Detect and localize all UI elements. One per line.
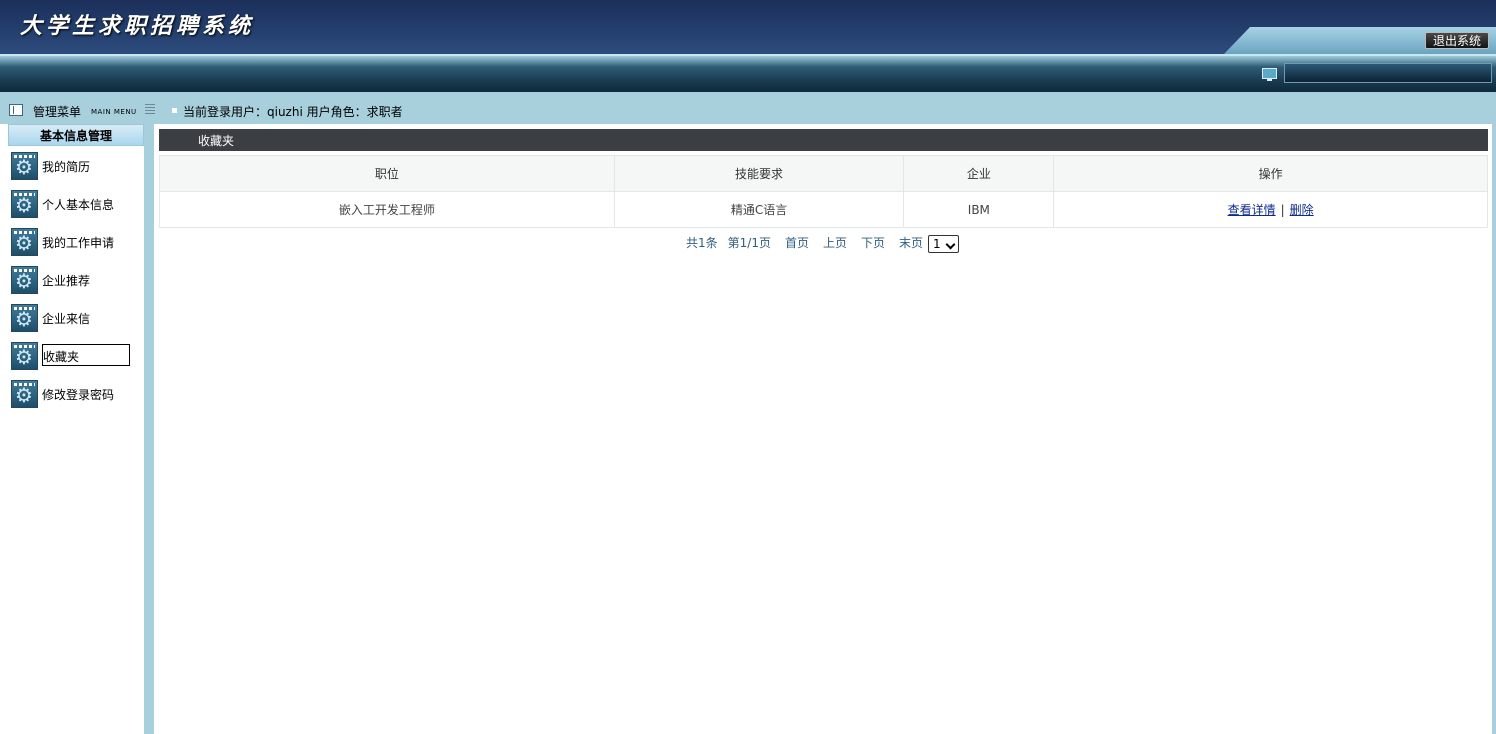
sidebar-item-label[interactable]: 个人基本信息 xyxy=(42,196,114,213)
favorites-table: 职位 技能要求 企业 操作 嵌入工开发工程师 精通C语言 IBM 查看详情 | 删除 xyxy=(159,155,1488,228)
gear-window-icon xyxy=(11,190,38,218)
sidebar-item-label[interactable]: 企业推荐 xyxy=(42,272,90,289)
pager-next[interactable]: 下页 xyxy=(861,236,885,250)
sidebar-item-my-applications[interactable]: 我的工作申请 xyxy=(11,228,136,258)
delete-link[interactable]: 删除 xyxy=(1290,203,1314,217)
pagination: 共1条 第1/1页 首页 上页 下页 末页 1 xyxy=(686,234,959,253)
pager-total: 共1条 xyxy=(686,236,718,250)
sidebar-item-personal-info[interactable]: 个人基本信息 xyxy=(11,190,136,220)
pager-first[interactable]: 首页 xyxy=(785,236,809,250)
page-select[interactable]: 1 xyxy=(928,235,959,253)
cell-actions: 查看详情 | 删除 xyxy=(1053,191,1488,228)
sidebar-item-my-resume[interactable]: 我的简历 xyxy=(11,152,136,182)
sidebar-item-company-letters[interactable]: 企业来信 xyxy=(11,304,136,334)
menu-header-title: 管理菜单 xyxy=(33,105,82,119)
gear-window-icon xyxy=(11,228,38,256)
sidebar-item-company-recommend[interactable]: 企业推荐 xyxy=(11,266,136,296)
logout-button[interactable]: 退出系统 xyxy=(1424,32,1489,49)
bullet-icon xyxy=(172,108,177,113)
gear-window-icon xyxy=(11,152,38,180)
cell-skills: 精通C语言 xyxy=(613,191,905,228)
column-header-skills: 技能要求 xyxy=(613,155,905,192)
table-header-row: 职位 技能要求 企业 操作 xyxy=(159,155,1488,192)
gear-window-icon xyxy=(11,266,38,294)
app-title: 大学生求职招聘系统 xyxy=(20,13,255,39)
menu-collapse-handle-icon[interactable] xyxy=(145,104,155,114)
pager-last[interactable]: 末页 xyxy=(899,236,923,250)
pager-prev[interactable]: 上页 xyxy=(823,236,847,250)
table-row: 嵌入工开发工程师 精通C语言 IBM 查看详情 | 删除 xyxy=(159,191,1488,228)
sidebar-item-label[interactable]: 我的工作申请 xyxy=(42,234,114,251)
sidebar-splitter[interactable] xyxy=(144,124,154,734)
column-header-position: 职位 xyxy=(159,155,615,192)
gear-window-icon xyxy=(11,380,38,408)
cell-company: IBM xyxy=(903,191,1055,228)
sidebar-item-label[interactable]: 收藏夹 xyxy=(42,344,130,366)
gear-window-icon xyxy=(11,342,38,370)
gear-window-icon xyxy=(11,304,38,332)
menu-header: 管理菜单 MAIN MENU xyxy=(8,102,155,122)
action-separator: | xyxy=(1280,203,1285,217)
sidebar-item-change-password[interactable]: 修改登录密码 xyxy=(11,380,136,410)
current-user-text: 当前登录用户：qiuzhi 用户角色：求职者 xyxy=(183,105,403,119)
monitor-icon xyxy=(1262,68,1277,81)
menu-header-subtitle: MAIN MENU xyxy=(91,108,137,116)
sidebar-item-label[interactable]: 我的简历 xyxy=(42,158,90,175)
pager-page-info: 第1/1页 xyxy=(727,236,771,250)
content-panel: 收藏夹 职位 技能要求 企业 操作 嵌入工开发工程师 精通C语言 IBM 查看详… xyxy=(154,124,1492,734)
sidebar: 基本信息管理 我的简历 个人基本信息 我的工作申请 企业推荐 企业来信 收藏夹 … xyxy=(0,124,144,734)
column-header-company: 企业 xyxy=(903,155,1055,192)
sidebar-item-label[interactable]: 修改登录密码 xyxy=(42,386,114,403)
view-details-link[interactable]: 查看详情 xyxy=(1228,203,1276,217)
page-title: 收藏夹 xyxy=(159,129,1488,151)
header-status-field xyxy=(1284,63,1492,83)
cell-position: 嵌入工开发工程师 xyxy=(159,191,615,228)
column-header-actions: 操作 xyxy=(1053,155,1488,192)
sidebar-item-favorites[interactable]: 收藏夹 xyxy=(11,342,136,372)
sidebar-item-label[interactable]: 企业来信 xyxy=(42,310,90,327)
sidebar-group-title[interactable]: 基本信息管理 xyxy=(8,124,144,146)
menu-panel-icon xyxy=(9,104,23,116)
